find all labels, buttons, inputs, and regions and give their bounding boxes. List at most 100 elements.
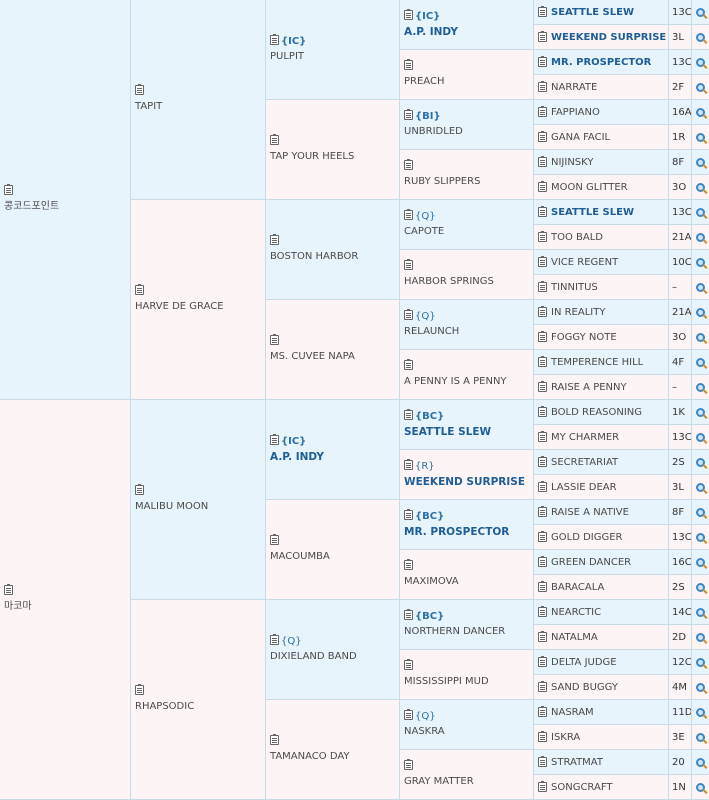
gen5-horse-cell[interactable]: GREEN DANCER (534, 550, 669, 575)
horse-name[interactable]: WEEKEND SURPRISE (551, 32, 666, 43)
magnifier-button[interactable] (692, 675, 709, 700)
gen5-horse-cell[interactable]: STRATMAT (534, 750, 669, 775)
magnifier-button[interactable] (692, 300, 709, 325)
gen3-horse-cell[interactable]: {IC} PULPIT (266, 0, 400, 100)
gen3-horse-cell[interactable]: TAMANACO DAY (266, 700, 400, 800)
gen4-horse-cell[interactable]: {BC} MR. PROSPECTOR (400, 500, 534, 550)
magnifier-button[interactable] (692, 100, 709, 125)
magnifier-button[interactable] (692, 700, 709, 725)
horse-name[interactable]: MAXIMOVA (404, 576, 459, 588)
horse-name[interactable]: ISKRA (551, 732, 580, 743)
magnifier-button[interactable] (692, 350, 709, 375)
magnifier-button[interactable] (692, 50, 709, 75)
horse-name[interactable]: GOLD DIGGER (551, 532, 622, 543)
magnifier-button[interactable] (692, 750, 709, 775)
magnifier-button[interactable] (692, 625, 709, 650)
gen4-horse-cell[interactable]: {BC} NORTHERN DANCER (400, 600, 534, 650)
horse-name[interactable]: UNBRIDLED (404, 126, 463, 138)
horse-name[interactable]: RAISE A NATIVE (551, 507, 629, 518)
horse-name[interactable]: TEMPERENCE HILL (551, 357, 643, 368)
gen5-horse-cell[interactable]: SEATTLE SLEW (534, 200, 669, 225)
magnifier-button[interactable] (692, 0, 709, 25)
horse-name[interactable]: WEEKEND SURPRISE (404, 476, 525, 488)
horse-name[interactable]: BOSTON HARBOR (270, 251, 358, 263)
horse-name[interactable]: A.P. INDY (404, 26, 458, 38)
gen5-horse-cell[interactable]: BOLD REASONING (534, 400, 669, 425)
gen3-horse-cell[interactable]: {Q} DIXIELAND BAND (266, 600, 400, 700)
gen2-horse-cell[interactable]: RHAPSODIC (131, 600, 266, 800)
gen5-horse-cell[interactable]: TINNITUS (534, 275, 669, 300)
horse-name[interactable]: VICE REGENT (551, 257, 618, 268)
horse-name[interactable]: NEARCTIC (551, 607, 601, 618)
gen5-horse-cell[interactable]: LASSIE DEAR (534, 475, 669, 500)
gen5-horse-cell[interactable]: VICE REGENT (534, 250, 669, 275)
gen1-horse-cell[interactable]: 콩코드포인트 (0, 0, 131, 400)
gen5-horse-cell[interactable]: TOO BALD (534, 225, 669, 250)
horse-name[interactable]: RAISE A PENNY (551, 382, 627, 393)
gen5-horse-cell[interactable]: SECRETARIAT (534, 450, 669, 475)
gen5-horse-cell[interactable]: NARRATE (534, 75, 669, 100)
magnifier-button[interactable] (692, 275, 709, 300)
horse-name[interactable]: FAPPIANO (551, 107, 600, 118)
gen1-horse-cell[interactable]: 마코마 (0, 400, 131, 800)
magnifier-button[interactable] (692, 725, 709, 750)
horse-name[interactable]: SEATTLE SLEW (404, 426, 491, 438)
horse-name[interactable]: TINNITUS (551, 282, 598, 293)
horse-name[interactable]: TAMANACO DAY (270, 751, 350, 763)
gen4-horse-cell[interactable]: A PENNY IS A PENNY (400, 350, 534, 400)
magnifier-button[interactable] (692, 325, 709, 350)
gen3-horse-cell[interactable]: BOSTON HARBOR (266, 200, 400, 300)
gen5-horse-cell[interactable]: DELTA JUDGE (534, 650, 669, 675)
magnifier-button[interactable] (692, 550, 709, 575)
gen5-horse-cell[interactable]: IN REALITY (534, 300, 669, 325)
gen3-horse-cell[interactable]: MACOUMBA (266, 500, 400, 600)
horse-name[interactable]: SEATTLE SLEW (551, 7, 634, 18)
horse-name[interactable]: RUBY SLIPPERS (404, 176, 480, 188)
horse-name[interactable]: SECRETARIAT (551, 457, 618, 468)
horse-name[interactable]: MY CHARMER (551, 432, 619, 443)
gen5-horse-cell[interactable]: MOON GLITTER (534, 175, 669, 200)
gen4-horse-cell[interactable]: {Q} CAPOTE (400, 200, 534, 250)
horse-name[interactable]: SEATTLE SLEW (551, 207, 634, 218)
gen5-horse-cell[interactable]: SAND BUGGY (534, 675, 669, 700)
gen4-horse-cell[interactable]: HARBOR SPRINGS (400, 250, 534, 300)
magnifier-button[interactable] (692, 600, 709, 625)
horse-name[interactable]: NASKRA (404, 726, 445, 738)
gen4-horse-cell[interactable]: PREACH (400, 50, 534, 100)
magnifier-button[interactable] (692, 425, 709, 450)
gen5-horse-cell[interactable]: NIJINSKY (534, 150, 669, 175)
horse-name[interactable]: MS. CUVEE NAPA (270, 351, 355, 363)
gen4-horse-cell[interactable]: GRAY MATTER (400, 750, 534, 800)
horse-name[interactable]: RHAPSODIC (135, 701, 194, 713)
horse-name[interactable]: NATALMA (551, 632, 598, 643)
gen5-horse-cell[interactable]: FOGGY NOTE (534, 325, 669, 350)
gen4-horse-cell[interactable]: {Q} RELAUNCH (400, 300, 534, 350)
horse-name[interactable]: IN REALITY (551, 307, 605, 318)
gen2-horse-cell[interactable]: TAPIT (131, 0, 266, 200)
magnifier-button[interactable] (692, 575, 709, 600)
gen5-horse-cell[interactable]: TEMPERENCE HILL (534, 350, 669, 375)
horse-name[interactable]: DIXIELAND BAND (270, 651, 357, 663)
horse-name[interactable]: LASSIE DEAR (551, 482, 617, 493)
gen5-horse-cell[interactable]: SEATTLE SLEW (534, 0, 669, 25)
horse-name[interactable]: BOLD REASONING (551, 407, 642, 418)
horse-name[interactable]: A PENNY IS A PENNY (404, 376, 507, 388)
horse-name[interactable]: DELTA JUDGE (551, 657, 617, 668)
magnifier-button[interactable] (692, 175, 709, 200)
horse-name[interactable]: 콩코드포인트 (4, 201, 59, 213)
horse-name[interactable]: MR. PROSPECTOR (404, 526, 509, 538)
gen5-horse-cell[interactable]: GOLD DIGGER (534, 525, 669, 550)
gen5-horse-cell[interactable]: GANA FACIL (534, 125, 669, 150)
horse-name[interactable]: SONGCRAFT (551, 782, 613, 793)
horse-name[interactable]: MISSISSIPPI MUD (404, 676, 489, 688)
horse-name[interactable]: BARACALA (551, 582, 604, 593)
horse-name[interactable]: GRAY MATTER (404, 776, 474, 788)
gen5-horse-cell[interactable]: NATALMA (534, 625, 669, 650)
gen4-horse-cell[interactable]: {BC} SEATTLE SLEW (400, 400, 534, 450)
gen3-horse-cell[interactable]: TAP YOUR HEELS (266, 100, 400, 200)
gen5-horse-cell[interactable]: RAISE A PENNY (534, 375, 669, 400)
gen4-horse-cell[interactable]: RUBY SLIPPERS (400, 150, 534, 200)
horse-name[interactable]: STRATMAT (551, 757, 603, 768)
gen4-horse-cell[interactable]: MAXIMOVA (400, 550, 534, 600)
horse-name[interactable]: TOO BALD (551, 232, 603, 243)
